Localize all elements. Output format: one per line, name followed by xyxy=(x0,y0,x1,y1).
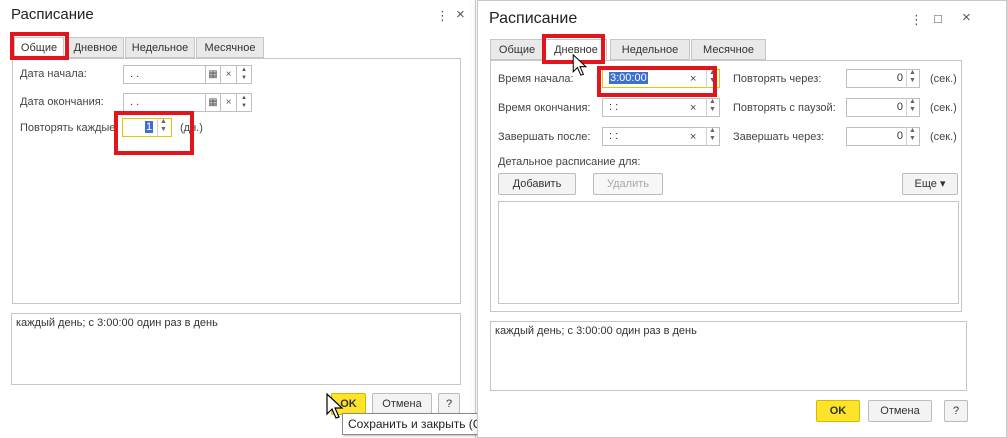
finish-in-value: 0 xyxy=(896,130,903,142)
start-date-input[interactable]: . . xyxy=(123,65,206,84)
finish-after-input[interactable]: : : xyxy=(602,127,720,146)
spin-up-icon[interactable]: ▲ xyxy=(237,66,251,74)
spin-down-icon[interactable]: ▼ xyxy=(907,135,918,143)
tab-general[interactable]: Общие xyxy=(490,39,544,60)
spin-button[interactable]: ▲ ▼ xyxy=(236,65,252,84)
spin-up-icon[interactable]: ▲ xyxy=(907,98,918,106)
finish-after-spin[interactable]: ▲ ▼ xyxy=(706,127,718,146)
schedule-description: каждый день; с 3:00:00 один раз в день xyxy=(490,321,967,391)
end-date-input[interactable]: . . xyxy=(123,93,206,112)
cursor-icon xyxy=(572,54,588,76)
help-button[interactable]: ? xyxy=(438,393,460,415)
clear-icon[interactable]: × xyxy=(690,102,696,114)
detailed-schedule-label: Детальное расписание для: xyxy=(498,156,641,168)
spin-down-icon[interactable]: ▼ xyxy=(237,74,251,82)
spin-down-icon[interactable]: ▼ xyxy=(907,77,918,85)
more-menu-icon[interactable]: ⋮ xyxy=(436,9,449,22)
repeat-every-spin[interactable]: ▲ ▼ xyxy=(906,69,918,88)
more-actions-button[interactable]: Еще ▾ xyxy=(902,173,958,195)
close-icon[interactable]: × xyxy=(962,10,971,25)
tab-daily[interactable]: Дневное xyxy=(67,37,124,58)
spin-down-icon[interactable]: ▼ xyxy=(707,106,718,114)
help-button[interactable]: ? xyxy=(944,400,968,422)
calendar-icon[interactable]: ▦ xyxy=(205,93,221,112)
finish-in-unit: (сек.) xyxy=(930,131,957,143)
ok-button[interactable]: OK xyxy=(816,400,860,422)
repeat-every-label: Повторять через: xyxy=(733,73,822,85)
clear-icon[interactable]: × xyxy=(690,131,696,143)
tab-monthly[interactable]: Месячное xyxy=(691,39,766,60)
add-button[interactable]: Добавить xyxy=(498,173,576,195)
schedule-window-left: Расписание ⋮ × Общие Дневное Недельное М… xyxy=(0,0,476,438)
repeat-pause-spin[interactable]: ▲ ▼ xyxy=(906,98,918,117)
more-actions-label: Еще xyxy=(914,178,937,190)
spin-down-icon[interactable]: ▼ xyxy=(907,106,918,114)
end-time-spin[interactable]: ▲ ▼ xyxy=(706,98,718,117)
repeat-every-unit: (сек.) xyxy=(930,73,957,85)
more-menu-icon[interactable]: ⋮ xyxy=(910,13,923,26)
delete-button[interactable]: Удалить xyxy=(593,173,663,195)
spin-up-icon[interactable]: ▲ xyxy=(707,127,718,135)
highlight-box xyxy=(597,66,717,97)
finish-in-label: Завершать через: xyxy=(733,131,825,143)
clear-icon[interactable]: × xyxy=(220,93,237,112)
schedule-description: каждый день; с 3:00:00 один раз в день xyxy=(11,313,461,385)
highlight-box xyxy=(10,32,69,60)
finish-in-spin[interactable]: ▲ ▼ xyxy=(906,127,918,146)
end-time-input[interactable]: : : xyxy=(602,98,720,117)
chevron-down-icon: ▾ xyxy=(939,178,946,190)
spin-button[interactable]: ▲ ▼ xyxy=(236,93,252,112)
repeat-pause-unit: (сек.) xyxy=(930,102,957,114)
cancel-button[interactable]: Отмена xyxy=(868,400,932,422)
close-icon[interactable]: × xyxy=(456,7,465,22)
cancel-button[interactable]: Отмена xyxy=(372,393,432,415)
maximize-icon[interactable]: □ xyxy=(934,12,942,25)
end-time-label: Время окончания: xyxy=(498,102,591,114)
highlight-box xyxy=(114,111,194,155)
window-title: Расписание xyxy=(489,10,578,27)
end-date-label: Дата окончания: xyxy=(20,96,104,108)
spin-up-icon[interactable]: ▲ xyxy=(707,98,718,106)
detailed-schedule-table[interactable] xyxy=(498,201,959,304)
tab-weekly[interactable]: Недельное xyxy=(610,39,690,60)
spin-down-icon[interactable]: ▼ xyxy=(707,135,718,143)
spin-up-icon[interactable]: ▲ xyxy=(907,69,918,77)
start-date-label: Дата начала: xyxy=(20,68,87,80)
schedule-window-right: Расписание ⋮ □ × Общие Дневное Недельное… xyxy=(477,0,1007,438)
tab-monthly[interactable]: Месячное xyxy=(196,37,264,58)
calendar-icon[interactable]: ▦ xyxy=(205,65,221,84)
repeat-every-label: Повторять каждые: xyxy=(20,122,119,134)
repeat-pause-value: 0 xyxy=(896,101,903,113)
tab-weekly[interactable]: Недельное xyxy=(125,37,195,58)
finish-after-label: Завершать после: xyxy=(498,131,591,143)
spin-down-icon[interactable]: ▼ xyxy=(237,102,251,110)
window-title: Расписание xyxy=(11,6,94,23)
clear-icon[interactable]: × xyxy=(220,65,237,84)
spin-up-icon[interactable]: ▲ xyxy=(237,94,251,102)
start-time-label: Время начала: xyxy=(498,73,574,85)
repeat-pause-label: Повторять с паузой: xyxy=(733,102,836,114)
ok-tooltip: Сохранить и закрыть (С xyxy=(342,413,488,435)
spin-up-icon[interactable]: ▲ xyxy=(907,127,918,135)
repeat-every-value: 0 xyxy=(896,72,903,84)
